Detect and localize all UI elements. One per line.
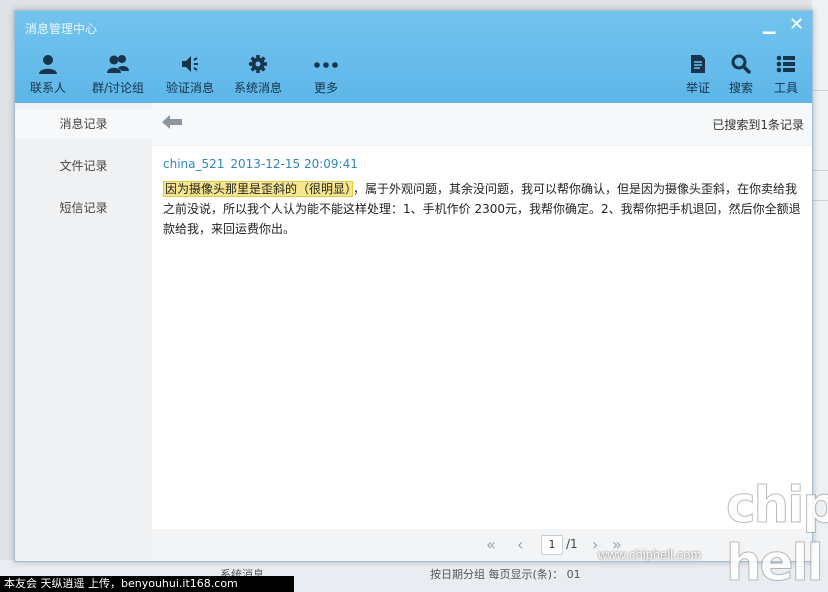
list-icon <box>776 55 795 73</box>
speaker-icon <box>182 56 198 72</box>
message-manager-window: 消息管理中心 ▁ ✕ 联系人 群/讨论组 验证消息 系统消息 更多 举证 搜索 … <box>14 10 813 562</box>
window-title: 消息管理中心 <box>25 22 98 36</box>
watermark-logo: chip hell <box>725 476 828 592</box>
tools-button[interactable]: 工具 <box>771 53 801 96</box>
more-label: 更多 <box>313 81 338 95</box>
background-pager-label: 按日期分组 每页显示(条)： 01 <box>430 568 581 581</box>
message-header: china_521 2013-12-15 20:09:41 <box>163 157 358 171</box>
tools-label: 工具 <box>773 81 798 95</box>
content-header: 已搜索到1条记录 <box>152 103 812 146</box>
verify-messages-label: 验证消息 <box>165 81 214 95</box>
more-dots-icon <box>314 62 338 68</box>
pagination-bar: « ‹ /1 › » <box>152 529 812 561</box>
contacts-button[interactable]: 联系人 <box>29 53 67 96</box>
search-highlight: 因为摄像头那里是歪斜的（很明显） <box>163 181 354 197</box>
sidebar-nav: 消息记录 文件记录 短信记录 <box>15 103 152 561</box>
search-icon <box>731 54 751 74</box>
evidence-button[interactable]: 举证 <box>683 53 713 96</box>
watermark-url: www.chiphell.com <box>598 547 702 562</box>
groups-label: 群/讨论组 <box>91 81 145 95</box>
message-content-panel: 已搜索到1条记录 china_521 2013-12-15 20:09:41 因为… <box>152 103 812 561</box>
contacts-label: 联系人 <box>29 81 66 95</box>
person-icon <box>39 55 57 74</box>
groups-button[interactable]: 群/讨论组 <box>89 53 147 96</box>
upload-caption: 本友会 天纵逍遥 上传，benyouhui.it168.com <box>0 576 294 592</box>
system-messages-button[interactable]: 系统消息 <box>233 53 283 96</box>
back-arrow-icon[interactable] <box>160 113 184 131</box>
system-messages-label: 系统消息 <box>233 81 282 95</box>
page-total: /1 <box>566 537 578 551</box>
more-button[interactable]: 更多 <box>311 53 341 96</box>
message-time: 2013-12-15 20:09:41 <box>230 157 358 171</box>
group-icon <box>107 55 129 73</box>
sidebar-item-sms-records[interactable]: 短信记录 <box>15 193 152 223</box>
titlebar: 消息管理中心 ▁ ✕ 联系人 群/讨论组 验证消息 系统消息 更多 举证 搜索 … <box>15 11 812 103</box>
document-icon <box>691 55 705 73</box>
search-button[interactable]: 搜索 <box>726 53 756 96</box>
search-result-count: 已搜索到1条记录 <box>712 118 804 132</box>
page-number-input[interactable] <box>541 535 563 555</box>
gear-icon <box>249 55 267 73</box>
first-page-button[interactable]: « <box>486 535 496 554</box>
sidebar-item-message-records[interactable]: 消息记录 <box>15 109 152 139</box>
close-button[interactable]: ✕ <box>789 14 804 35</box>
search-label: 搜索 <box>728 81 753 95</box>
message-sender[interactable]: china_521 <box>163 157 224 171</box>
prev-page-button[interactable]: ‹ <box>517 535 523 554</box>
message-text: 因为摄像头那里是歪斜的（很明显） ，属于外观问题，其余没问题，我可以帮你确认，但是… <box>163 179 803 239</box>
verify-messages-button[interactable]: 验证消息 <box>165 53 215 96</box>
minimize-button[interactable]: ▁ <box>763 15 775 34</box>
sidebar-item-file-records[interactable]: 文件记录 <box>15 151 152 181</box>
evidence-label: 举证 <box>685 81 710 95</box>
